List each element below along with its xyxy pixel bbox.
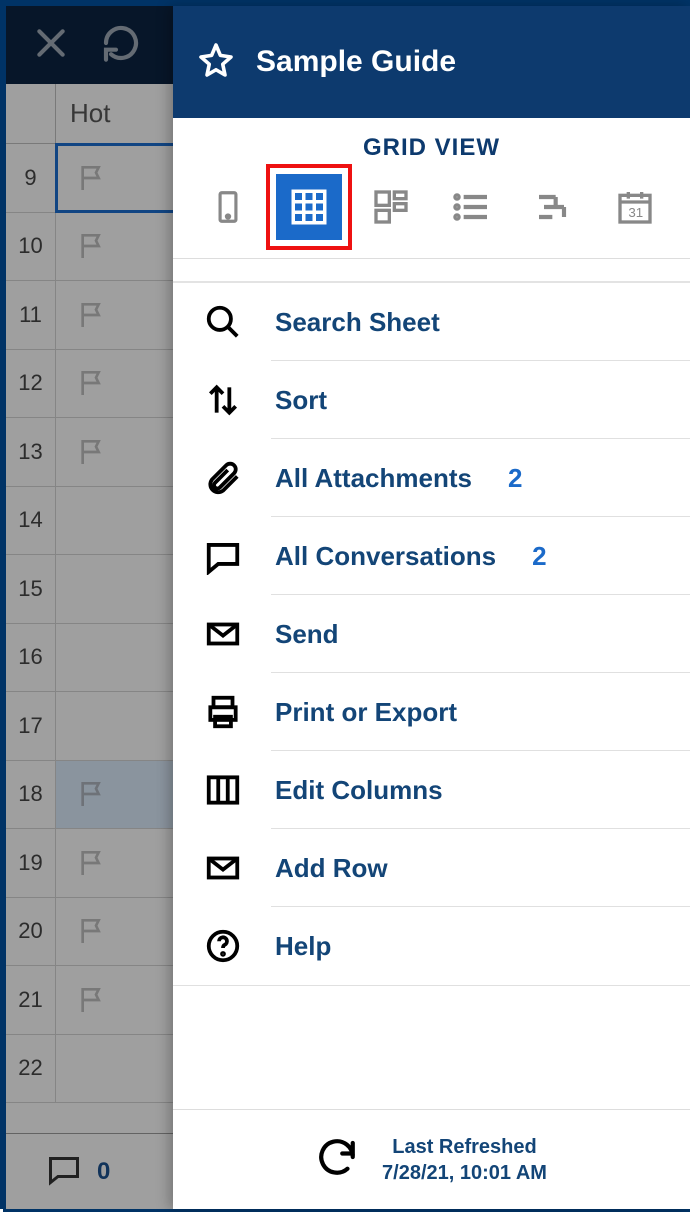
edit-columns-item[interactable]: Edit Columns — [173, 751, 690, 829]
menu-item-label: All Conversations — [275, 541, 496, 572]
help-icon — [201, 927, 245, 965]
last-refreshed-text: Last Refreshed 7/28/21, 10:01 AM — [382, 1134, 547, 1186]
grid-view-button[interactable] — [276, 174, 342, 240]
sort-item[interactable]: Sort — [173, 361, 690, 439]
side-panel: Sample Guide GRID VIEW 31 Search Sheet So… — [173, 6, 690, 1209]
panel-footer[interactable]: Last Refreshed 7/28/21, 10:01 AM — [173, 1109, 690, 1209]
columns-icon — [201, 771, 245, 809]
search-sheet-item[interactable]: Search Sheet — [173, 282, 690, 361]
gantt-view-button[interactable] — [521, 174, 587, 240]
refresh-icon[interactable] — [316, 1136, 358, 1183]
print-icon — [201, 693, 245, 731]
sort-icon — [201, 381, 245, 419]
menu-item-label: Edit Columns — [275, 775, 443, 806]
comment-icon — [201, 537, 245, 575]
menu-item-label: Print or Export — [275, 697, 457, 728]
menu-item-label: Sort — [275, 385, 327, 416]
card-view-button[interactable] — [358, 174, 424, 240]
menu-item-badge: 2 — [532, 541, 546, 572]
help-item[interactable]: Help — [173, 907, 690, 985]
menu-item-label: All Attachments — [275, 463, 472, 494]
mail-icon — [201, 615, 245, 653]
attachment-icon — [201, 459, 245, 497]
panel-title: Sample Guide — [256, 45, 456, 79]
all-attachments-item[interactable]: All Attachments 2 — [173, 439, 690, 517]
mail-icon — [201, 849, 245, 887]
menu-item-badge: 2 — [508, 463, 522, 494]
search-icon — [201, 303, 245, 341]
mobile-view-button[interactable] — [195, 174, 261, 240]
all-conversations-item[interactable]: All Conversations 2 — [173, 517, 690, 595]
menu-item-label: Send — [275, 619, 339, 650]
menu-item-label: Help — [275, 931, 331, 962]
menu-item-label: Search Sheet — [275, 307, 440, 338]
star-icon[interactable] — [198, 42, 234, 83]
list-view-button[interactable] — [439, 174, 505, 240]
last-refreshed-time: 7/28/21, 10:01 AM — [382, 1160, 547, 1186]
calendar-view-button[interactable]: 31 — [602, 174, 668, 240]
svg-text:31: 31 — [629, 205, 644, 220]
panel-menu: Search SheetSortAll Attachments2All Conv… — [173, 259, 690, 1109]
menu-item-label: Add Row — [275, 853, 388, 884]
view-switcher: 31 — [173, 170, 690, 259]
add-row-item[interactable]: Add Row — [173, 829, 690, 907]
send-item[interactable]: Send — [173, 595, 690, 673]
last-refreshed-label: Last Refreshed — [382, 1134, 547, 1160]
print-or-export-item[interactable]: Print or Export — [173, 673, 690, 751]
panel-header: Sample Guide — [173, 6, 690, 118]
view-section-label: GRID VIEW — [173, 118, 690, 170]
